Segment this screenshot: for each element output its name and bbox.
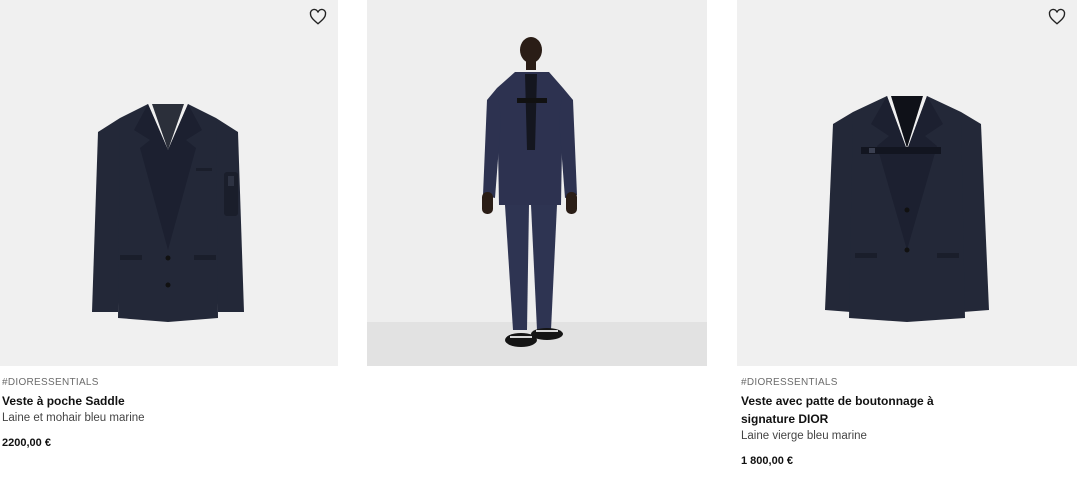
product-image[interactable] <box>737 0 1077 366</box>
product-name[interactable]: Veste à poche Saddle <box>2 392 302 410</box>
product-info: #DIORESSENTIALS Veste avec patte de bout… <box>741 376 961 467</box>
product-price: 2200,00 € <box>2 437 51 449</box>
product-tag: #DIORESSENTIALS <box>741 377 838 388</box>
product-image[interactable] <box>0 0 338 366</box>
favorite-heart-icon[interactable] <box>1048 8 1066 26</box>
product-info: #DIORESSENTIALS Veste à poche Saddle Lai… <box>2 376 302 449</box>
product-tag: #DIORESSENTIALS <box>2 377 99 388</box>
jacket-illustration <box>825 96 989 322</box>
product-name[interactable]: Veste avec patte de boutonnage à signatu… <box>741 392 961 428</box>
product-price: 1 800,00 € <box>741 455 793 467</box>
product-description: Laine vierge bleu marine <box>741 430 867 442</box>
jacket-illustration <box>92 104 244 322</box>
model-photo[interactable] <box>367 0 707 366</box>
favorite-heart-icon[interactable] <box>309 8 327 26</box>
model-figure <box>482 37 577 347</box>
product-description: Laine et mohair bleu marine <box>2 412 145 424</box>
